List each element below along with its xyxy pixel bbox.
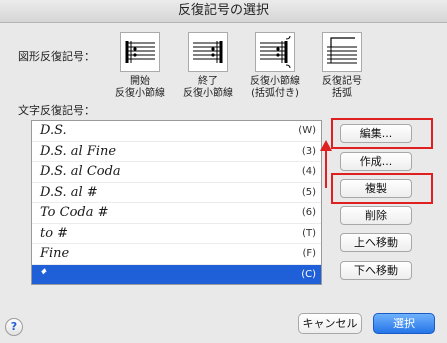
coda-symbol-icon: 𝄌 [40, 266, 45, 282]
start-repeat-barline-icon[interactable] [120, 32, 160, 72]
text-repeat-list[interactable]: D.S. (W) D.S. al Fine (3) D.S. al Coda (… [31, 120, 322, 285]
annotation-arrow-line [325, 150, 327, 188]
bracketed-repeat-barline-icon[interactable] [255, 32, 295, 72]
delete-button[interactable]: 削除 [340, 206, 412, 225]
shortcut-key: (4) [301, 166, 316, 177]
cancel-button[interactable]: キャンセル [298, 313, 362, 334]
list-item[interactable]: Fine (F) [32, 244, 321, 265]
item-name: To Coda # [40, 205, 109, 220]
item-name: D.S. [40, 123, 67, 138]
end-repeat-barline-icon[interactable] [188, 32, 228, 72]
window-title: 反復記号の選択 [0, 0, 447, 23]
item-name: D.S. al # [40, 184, 98, 200]
list-item[interactable]: D.S. al Fine (3) [32, 142, 321, 162]
select-button[interactable]: 選択 [373, 313, 435, 334]
list-item[interactable]: D.S. al Coda (4) [32, 162, 321, 183]
item-name: D.S. al Coda [40, 164, 121, 179]
shortcut-key: (T) [302, 227, 316, 239]
list-item[interactable]: to # (T) [32, 224, 321, 244]
list-item[interactable]: To Coda # (6) [32, 203, 321, 224]
graphic-repeat-label: 図形反復記号： [18, 50, 95, 63]
shortcut-key: (5) [301, 186, 316, 198]
list-item[interactable]: D.S. (W) [32, 121, 321, 142]
edit-button[interactable]: 編集... [340, 124, 412, 143]
shortcut-key: (C) [301, 268, 316, 280]
help-icon[interactable]: ? [5, 318, 23, 336]
move-down-button[interactable]: 下へ移動 [340, 261, 412, 280]
shortcut-key: (W) [298, 125, 316, 136]
shortcut-key: (F) [302, 248, 316, 259]
move-up-button[interactable]: 上へ移動 [340, 233, 412, 252]
create-button[interactable]: 作成... [340, 152, 412, 171]
item-name: Fine [40, 246, 70, 261]
repeat-bracket-caption: 反復記号 括弧 [322, 76, 362, 99]
item-name: to # [40, 225, 69, 241]
text-repeat-label: 文字反復記号： [18, 104, 95, 117]
repeat-bracket-icon[interactable] [322, 32, 362, 72]
item-name: D.S. al Fine [40, 143, 117, 159]
shortcut-key: (3) [301, 145, 316, 157]
shortcut-key: (6) [301, 207, 316, 218]
list-item-selected[interactable]: 𝄌 (C) [32, 264, 321, 284]
duplicate-button[interactable]: 複製 [340, 179, 412, 198]
list-item[interactable]: D.S. al # (5) [32, 183, 321, 203]
